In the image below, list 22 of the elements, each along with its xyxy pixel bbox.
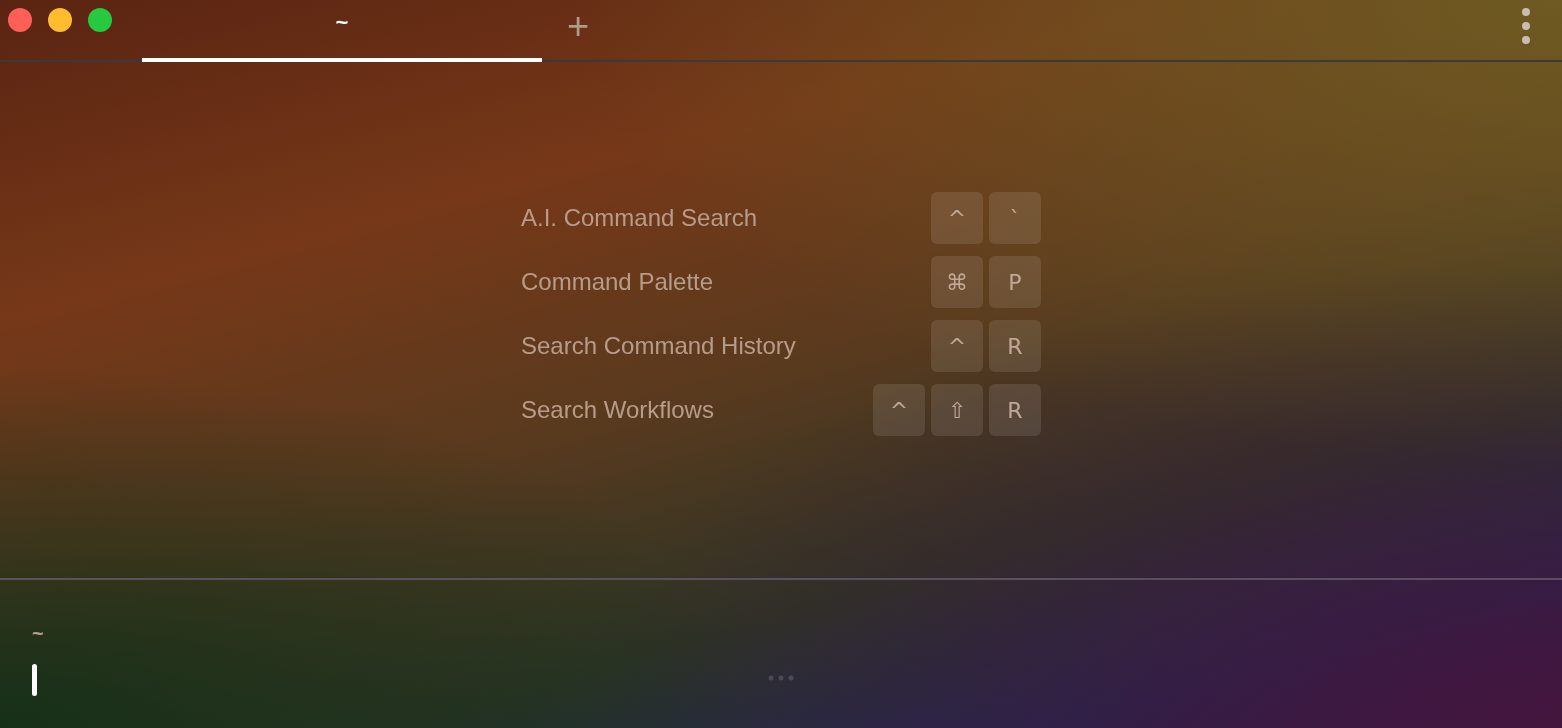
close-button[interactable] bbox=[8, 8, 32, 32]
shortcut-label: Command Palette bbox=[521, 267, 714, 297]
key-cap: ⌘ bbox=[931, 256, 983, 308]
shortcut-label: A.I. Command Search bbox=[521, 203, 758, 233]
shortcut-label: Search Workflows bbox=[521, 395, 714, 425]
more-options-icon[interactable] bbox=[1521, 8, 1531, 44]
new-tab-button[interactable]: + bbox=[542, 0, 614, 52]
more-icon bbox=[768, 675, 794, 681]
text-cursor bbox=[32, 664, 37, 696]
tab[interactable]: ~ bbox=[142, 0, 542, 62]
key-cap: ` bbox=[989, 192, 1041, 244]
key-cap: R bbox=[989, 384, 1041, 436]
key-cap: ^ bbox=[931, 320, 983, 372]
zoom-button[interactable] bbox=[88, 8, 112, 32]
minimize-button[interactable] bbox=[48, 8, 72, 32]
key-cap: ^ bbox=[931, 192, 983, 244]
key-cap: R bbox=[989, 320, 1041, 372]
key-cap: ⇧ bbox=[931, 384, 983, 436]
key-cap: P bbox=[989, 256, 1041, 308]
shortcut-label: Search Command History bbox=[521, 331, 796, 361]
prompt-directory: ~ bbox=[32, 621, 44, 646]
key-cap: ^ bbox=[873, 384, 925, 436]
